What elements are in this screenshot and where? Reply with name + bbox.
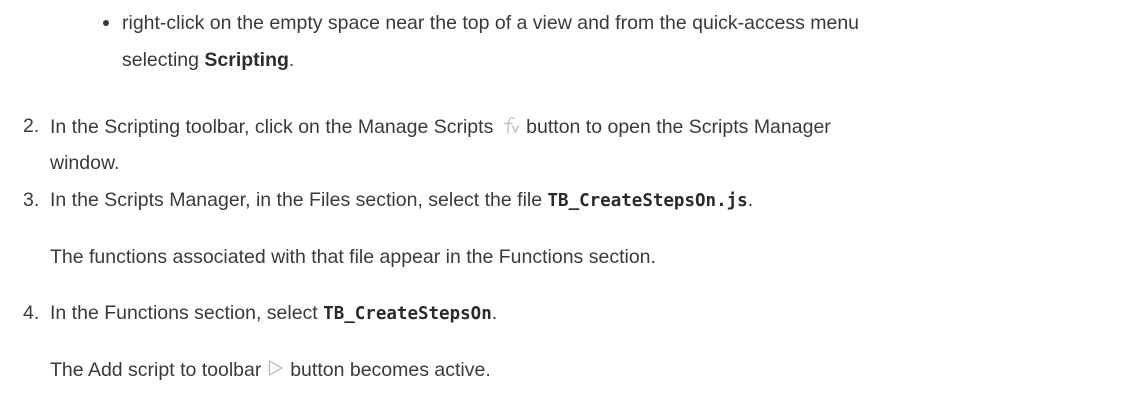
step-2-text-prefix: In the Scripting toolbar, click on the M… xyxy=(50,116,499,139)
step-3-note: The functions associated with that file … xyxy=(50,246,656,268)
bullet-bold-scripting: Scripting xyxy=(204,49,289,71)
step-3-number: 3. xyxy=(23,189,40,211)
step-4-note-suffix: button becomes active. xyxy=(284,359,491,382)
bullet-text-suffix: . xyxy=(288,49,295,71)
step-4-number: 4. xyxy=(23,302,40,324)
step-2-text-line-1: In the Scripting toolbar, click on the M… xyxy=(50,114,831,142)
step-4-note-prefix: The Add script to toolbar xyxy=(50,359,267,382)
bullet-text-line-2: selecting Scripting. xyxy=(122,48,294,72)
bullet-text-line-1: right-click on the empty space near the … xyxy=(122,12,860,34)
bullet-text-prefix: selecting xyxy=(122,49,205,71)
step-3-text-suffix: . xyxy=(747,189,754,211)
step-3-text-prefix: In the Scripts Manager, in the Files sec… xyxy=(50,189,548,211)
step-4-text-suffix: . xyxy=(491,302,498,324)
step-4-function-code: TB_CreateStepsOn xyxy=(323,304,492,324)
step-2-text-line-2: window. xyxy=(50,152,120,174)
step-4-text: In the Functions section, select TB_Crea… xyxy=(50,301,497,326)
step-3-filename-code: TB_CreateStepsOn.js xyxy=(547,191,748,211)
step-2-text-suffix: button to open the Scripts Manager xyxy=(520,116,831,139)
step-4-note: The Add script to toolbar button becomes… xyxy=(50,358,491,384)
add-script-icon xyxy=(267,358,285,384)
step-4-text-prefix: In the Functions section, select xyxy=(50,302,324,324)
manage-scripts-icon xyxy=(499,114,521,142)
step-2-number: 2. xyxy=(23,115,40,137)
step-3-text: In the Scripts Manager, in the Files sec… xyxy=(50,188,753,213)
bullet-marker xyxy=(103,20,109,26)
